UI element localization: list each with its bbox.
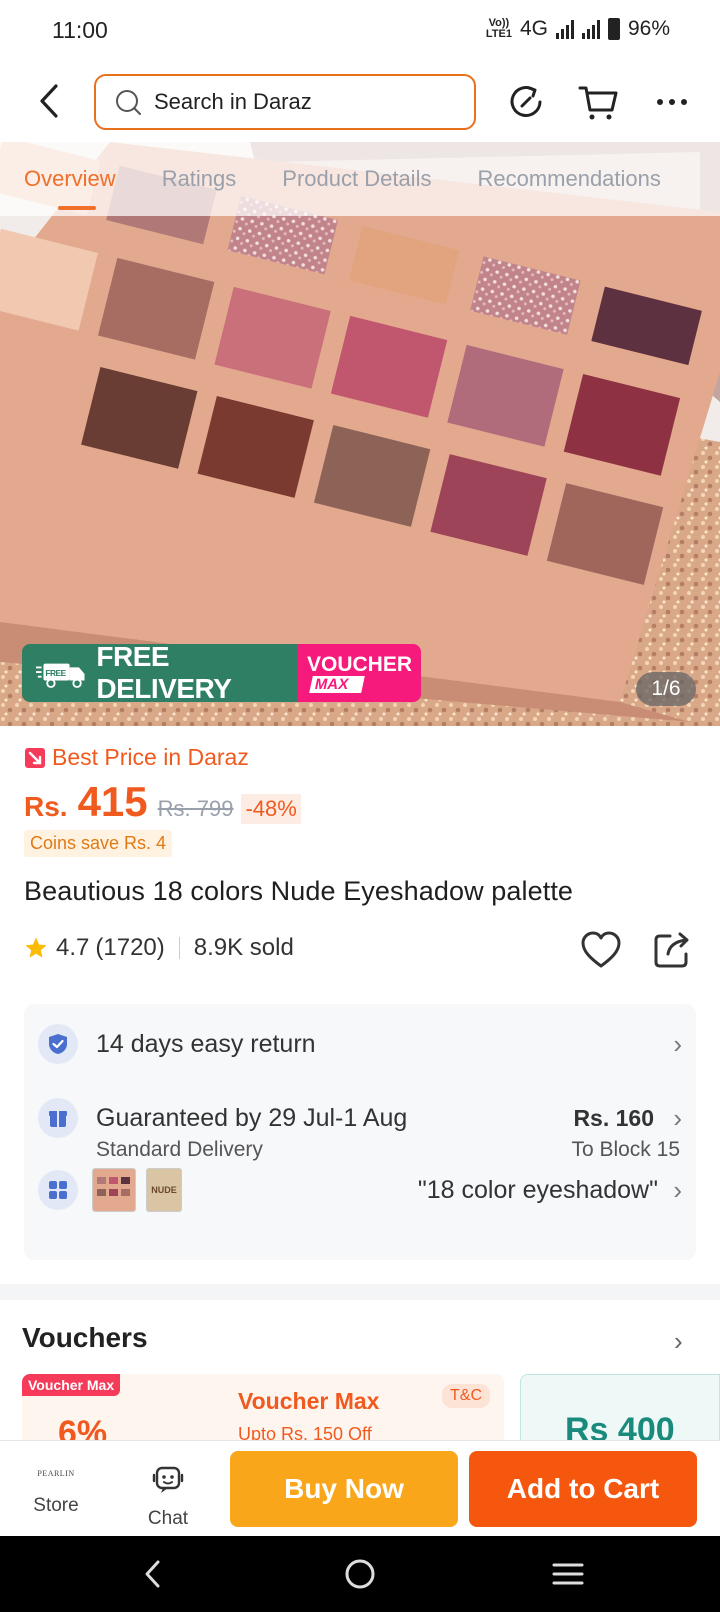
network-type: 4G	[519, 17, 548, 40]
chat-label: Chat	[147, 1508, 189, 1529]
share-button[interactable]	[652, 930, 692, 970]
sold-count: 8.9K sold	[193, 934, 294, 961]
gift-box-icon	[38, 1098, 78, 1138]
price-row: Rs. 415 Rs. 799 -48%	[24, 778, 301, 826]
best-price-label: Best Price in Daraz	[24, 744, 249, 771]
chevron-right-icon: ›	[673, 1174, 682, 1205]
nav-home-button[interactable]	[340, 1554, 380, 1594]
search-input[interactable]: Search in Daraz	[94, 74, 476, 130]
volte-icon: Vo)) LTE1	[485, 17, 512, 40]
variant-thumbnail-1[interactable]	[92, 1168, 136, 1212]
tab-overview[interactable]: Overview	[24, 166, 116, 210]
voucher-card-details[interactable]: Voucher Max T&C Upto Rs. 150 Off	[224, 1374, 504, 1444]
service-info-card: 14 days easy return › Guaranteed by 29 J…	[24, 1004, 696, 1260]
refresh-icon	[510, 86, 542, 117]
more-dots-icon	[657, 99, 687, 105]
divider	[178, 937, 180, 959]
free-delivery-badge: FREE FREE DELIVERY	[22, 644, 297, 702]
discount-badge: -48%	[241, 794, 301, 824]
chat-bot-icon	[152, 1466, 184, 1493]
original-price: Rs. 799	[157, 796, 234, 821]
delivery-row[interactable]: Guaranteed by 29 Jul-1 Aug Rs. 160 ›	[38, 1098, 682, 1138]
nav-back-button[interactable]	[134, 1554, 174, 1594]
tab-ratings[interactable]: Ratings	[162, 166, 237, 192]
star-icon	[25, 937, 47, 958]
delivery-guarantee: Guaranteed by 29 Jul-1 Aug	[96, 1103, 408, 1132]
tab-product-details[interactable]: Product Details	[282, 166, 431, 192]
voucher-card-2[interactable]: Rs 400	[520, 1374, 720, 1449]
bottom-action-bar: PEARLIN Store Chat Buy Now Add to Cart	[0, 1440, 720, 1536]
nav-recents-button[interactable]	[548, 1554, 588, 1594]
delivery-location: To Block 15	[571, 1138, 680, 1161]
voucher-max-tag: Voucher Max	[22, 1374, 121, 1396]
shield-check-icon	[38, 1024, 78, 1064]
chat-button[interactable]: Chat	[140, 1465, 196, 1530]
status-icons: Vo)) LTE1 4G 96%	[486, 17, 670, 41]
nav-home-icon	[345, 1559, 375, 1589]
section-divider	[0, 1284, 720, 1300]
variant-name: "18 color eyeshadow"	[417, 1175, 658, 1204]
search-icon	[116, 90, 141, 115]
add-to-cart-button[interactable]: Add to Cart	[469, 1451, 697, 1527]
voucher-card[interactable]: Voucher Max 6%	[22, 1374, 224, 1444]
product-image[interactable]	[0, 142, 720, 726]
back-button[interactable]	[30, 80, 70, 122]
promo-banner: FREE FREE DELIVERY VOUCHER MAX	[22, 644, 421, 702]
nav-back-icon	[145, 1560, 160, 1588]
cart-button[interactable]	[576, 80, 620, 124]
delivery-truck-icon: FREE	[36, 663, 85, 688]
battery-level: 96%	[627, 17, 670, 40]
chevron-right-icon[interactable]: ›	[674, 1326, 683, 1357]
rating-value: 4.7	[56, 934, 90, 961]
store-logo: PEARLIN	[37, 1469, 75, 1478]
search-placeholder: Search in Daraz	[154, 89, 312, 114]
variant-thumbnail-2[interactable]: NUDE	[146, 1168, 182, 1212]
signal-icon	[555, 19, 574, 39]
tab-recommendations[interactable]: Recommendations	[477, 166, 660, 192]
price-tag-icon	[25, 747, 45, 768]
rating-count: (1720)	[95, 934, 165, 961]
nav-menu-icon	[552, 1563, 584, 1585]
history-button[interactable]	[504, 80, 548, 124]
delivery-type: Standard Delivery	[96, 1138, 263, 1161]
delivery-price: Rs. 160	[573, 1104, 654, 1131]
chevron-right-icon: ›	[673, 1102, 682, 1133]
product-title: Beautious 18 colors Nude Eyeshadow palet…	[24, 876, 574, 906]
vouchers-heading: Vouchers	[22, 1322, 148, 1353]
status-time: 11:00	[52, 17, 108, 43]
cart-icon	[578, 86, 618, 120]
wishlist-button[interactable]	[580, 930, 622, 970]
back-arrow-icon	[40, 84, 58, 118]
terms-badge[interactable]: T&C	[442, 1384, 490, 1408]
section-tabs: Overview Ratings Product Details Recomme…	[0, 142, 720, 216]
svg-text:FREE: FREE	[45, 668, 66, 678]
currency: Rs.	[24, 791, 68, 822]
return-policy-text: 14 days easy return	[96, 1029, 316, 1058]
coins-badge: Coins save Rs. 4	[24, 830, 173, 857]
system-nav-bar	[0, 1536, 720, 1612]
variant-row[interactable]: NUDE "18 color eyeshadow" ›	[38, 1168, 682, 1212]
free-delivery-label: FREE DELIVERY	[96, 644, 232, 702]
voucher-max-badge: VOUCHER MAX	[297, 644, 421, 702]
voucher-title: Voucher Max	[238, 1388, 380, 1414]
battery-icon	[607, 18, 620, 40]
return-policy-row[interactable]: 14 days easy return ›	[38, 1024, 682, 1064]
eyeshadow-palette-image	[0, 142, 720, 726]
store-button[interactable]: PEARLIN Store	[28, 1461, 84, 1517]
heart-icon	[581, 931, 621, 968]
buy-now-button[interactable]: Buy Now	[230, 1451, 458, 1527]
chevron-right-icon: ›	[673, 1028, 682, 1059]
status-bar: 11:00 Vo)) LTE1 4G 96%	[0, 0, 720, 62]
header: Search in Daraz	[0, 62, 720, 142]
signal-icon-2	[581, 19, 600, 39]
share-icon	[654, 932, 689, 968]
more-button[interactable]	[650, 80, 694, 124]
rating-row[interactable]: 4.7 (1720) 8.9K sold	[24, 934, 294, 962]
current-price: 415	[77, 778, 148, 825]
image-counter: 1/6	[636, 672, 696, 706]
store-label: Store	[33, 1495, 79, 1516]
grid-icon	[38, 1170, 78, 1210]
